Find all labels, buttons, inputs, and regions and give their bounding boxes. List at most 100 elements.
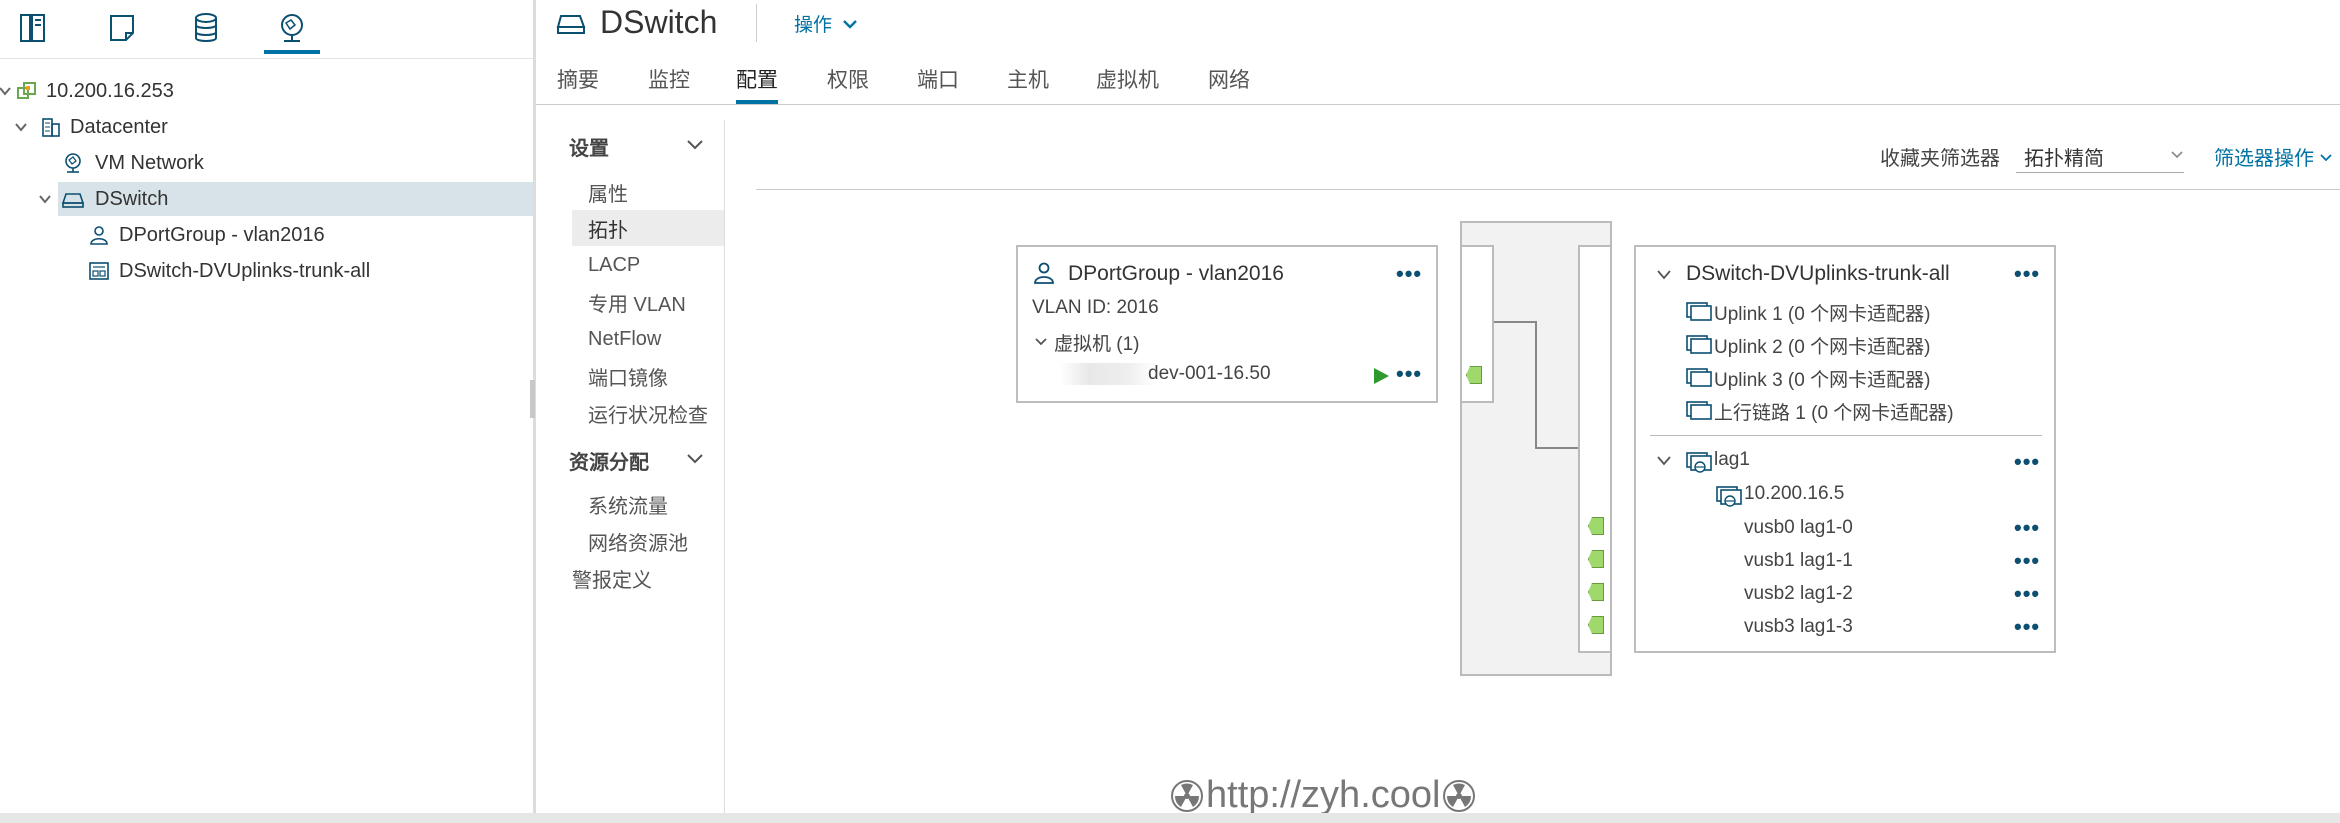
menu-label: 属性: [588, 183, 628, 206]
uplink-icon: [1686, 302, 1712, 321]
chevron-down-icon[interactable]: [1656, 269, 1672, 281]
lag-port[interactable]: vusb1 lag1-1: [1744, 550, 1853, 572]
more-actions-icon[interactable]: •••: [2014, 451, 2040, 473]
tab-monitor[interactable]: 监控: [648, 64, 690, 104]
lag-port[interactable]: vusb2 lag1-2: [1744, 583, 1853, 605]
menu-item-topology[interactable]: 拓扑: [572, 210, 724, 246]
tree-item-vcenter[interactable]: 10.200.16.253: [0, 74, 533, 108]
menu-label: 专用 VLAN: [588, 293, 686, 316]
tree-label: Datacenter: [70, 115, 168, 138]
tab-vms[interactable]: 虚拟机: [1096, 64, 1159, 104]
tabs-underline: [536, 104, 2340, 105]
tree-item-uplinks[interactable]: DSwitch-DVUplinks-trunk-all: [0, 254, 533, 288]
chevron-down-icon[interactable]: [1034, 337, 1048, 347]
more-actions-icon[interactable]: •••: [1396, 263, 1422, 285]
switch-link-line: [1494, 321, 1578, 449]
chevron-down-icon[interactable]: [686, 453, 704, 465]
host-icon: [1716, 486, 1742, 507]
uplink-icon: [1686, 335, 1712, 354]
storage-tab[interactable]: [178, 6, 234, 50]
hosts-clusters-icon: [20, 14, 45, 42]
radiation-icon: [1443, 779, 1476, 812]
chevron-down-icon: [2171, 151, 2183, 159]
filter-actions-button[interactable]: 筛选器操作: [2214, 142, 2332, 171]
menu-label: 运行状况检查: [588, 404, 708, 427]
tree-label: DPortGroup - vlan2016: [119, 223, 325, 246]
tab-configure[interactable]: 配置: [736, 64, 778, 104]
actions-menu-button[interactable]: 操作: [794, 10, 858, 37]
menu-label: 系统流量: [588, 495, 668, 518]
more-actions-icon[interactable]: •••: [2014, 517, 2040, 539]
vms-templates-tab[interactable]: [94, 6, 150, 50]
menu-item-alarm-definitions[interactable]: 警报定义: [556, 560, 708, 596]
uplinks-card[interactable]: DSwitch-DVUplinks-trunk-all ••• Uplink 1…: [1634, 245, 2056, 653]
datacenter-icon: [42, 118, 60, 137]
menu-label: 端口镜像: [588, 367, 668, 390]
uplink-label: Uplink 3 (0 个网卡适配器): [1714, 370, 1931, 391]
tree-item-portgroup[interactable]: DPortGroup - vlan2016: [0, 218, 533, 252]
chevron-down-icon[interactable]: [1656, 455, 1672, 467]
menu-label: LACP: [588, 253, 641, 276]
more-actions-icon[interactable]: •••: [2014, 263, 2040, 285]
menu-item-lacp[interactable]: LACP: [572, 247, 724, 283]
resource-allocation-section-header[interactable]: 资源分配: [569, 446, 649, 475]
lag-name[interactable]: lag1: [1714, 449, 1750, 471]
radiation-icon: [1171, 779, 1203, 812]
tab-hosts[interactable]: 主机: [1007, 64, 1049, 104]
filter-select[interactable]: 拓扑精简: [2016, 136, 2184, 173]
horizontal-scrollbar[interactable]: [0, 813, 2340, 823]
menu-item-network-resource-pools[interactable]: 网络资源池: [572, 523, 724, 559]
portgroup-icon: [90, 226, 108, 245]
filter-selected-value: 拓扑精简: [2024, 148, 2104, 170]
settings-section-header[interactable]: 设置: [569, 132, 609, 161]
uplinks-title: DSwitch-DVUplinks-trunk-all: [1686, 262, 1950, 285]
tree-item-vm-network[interactable]: VM Network: [0, 146, 533, 180]
menu-item-port-mirroring[interactable]: 端口镜像: [572, 358, 724, 394]
watermark: http://zyh.cool: [1170, 774, 1476, 817]
chevron-down-icon[interactable]: [38, 192, 52, 206]
navigator-pane: 10.200.16.253 Datacenter VM Network DSwi…: [0, 0, 536, 813]
lag-port[interactable]: vusb0 lag1-0: [1744, 517, 1853, 539]
redacted-text: [1060, 363, 1156, 385]
lag-divider: [1650, 435, 2042, 436]
tree-item-datacenter[interactable]: Datacenter: [0, 110, 533, 144]
menu-item-private-vlan[interactable]: 专用 VLAN: [572, 284, 724, 320]
uplink-portgroup-icon: [89, 262, 109, 280]
menu-item-health-check[interactable]: 运行状况检查: [572, 395, 724, 431]
chevron-down-icon[interactable]: [0, 84, 12, 98]
more-actions-icon[interactable]: •••: [2014, 583, 2040, 605]
portgroup-card[interactable]: DPortGroup - vlan2016 ••• VLAN ID: 2016 …: [1016, 245, 1438, 403]
networking-tab[interactable]: [264, 6, 320, 54]
more-actions-icon[interactable]: •••: [2014, 550, 2040, 572]
uplink-label: Uplink 2 (0 个网卡适配器): [1714, 337, 1931, 358]
tree-item-dswitch[interactable]: DSwitch: [0, 182, 533, 216]
menu-item-netflow[interactable]: NetFlow: [572, 321, 724, 357]
menu-item-properties[interactable]: 属性: [572, 174, 724, 210]
tab-networks[interactable]: 网络: [1208, 64, 1250, 104]
tab-permissions[interactable]: 权限: [827, 64, 869, 104]
hosts-clusters-tab[interactable]: [6, 6, 62, 50]
uplink-label: Uplink 1 (0 个网卡适配器): [1714, 304, 1931, 325]
filter-label: 收藏夹筛选器: [1880, 148, 2000, 170]
chevron-down-icon: [2320, 153, 2332, 161]
title-divider: [756, 4, 757, 42]
chevron-down-icon[interactable]: [14, 120, 28, 134]
tree-label: VM Network: [95, 151, 204, 174]
lag-host[interactable]: 10.200.16.5: [1744, 483, 1844, 505]
more-actions-icon[interactable]: •••: [2014, 616, 2040, 638]
storage-icon: [195, 13, 217, 42]
tab-label: 权限: [827, 69, 869, 92]
menu-item-system-traffic[interactable]: 系统流量: [572, 486, 724, 522]
splitter-handle[interactable]: [530, 380, 535, 418]
more-actions-icon[interactable]: •••: [1396, 363, 1422, 385]
tab-summary[interactable]: 摘要: [557, 64, 599, 104]
lag-port[interactable]: vusb3 lag1-3: [1744, 616, 1853, 638]
dswitch-icon: [62, 193, 84, 208]
chevron-down-icon[interactable]: [686, 139, 704, 151]
tree-label: DSwitch: [95, 187, 169, 210]
tab-ports[interactable]: 端口: [917, 64, 959, 104]
uplink-icon: [1686, 401, 1712, 420]
vm-name[interactable]: dev-001-16.50: [1148, 363, 1271, 385]
network-icon: [65, 153, 81, 173]
tree-label: 10.200.16.253: [46, 79, 174, 102]
